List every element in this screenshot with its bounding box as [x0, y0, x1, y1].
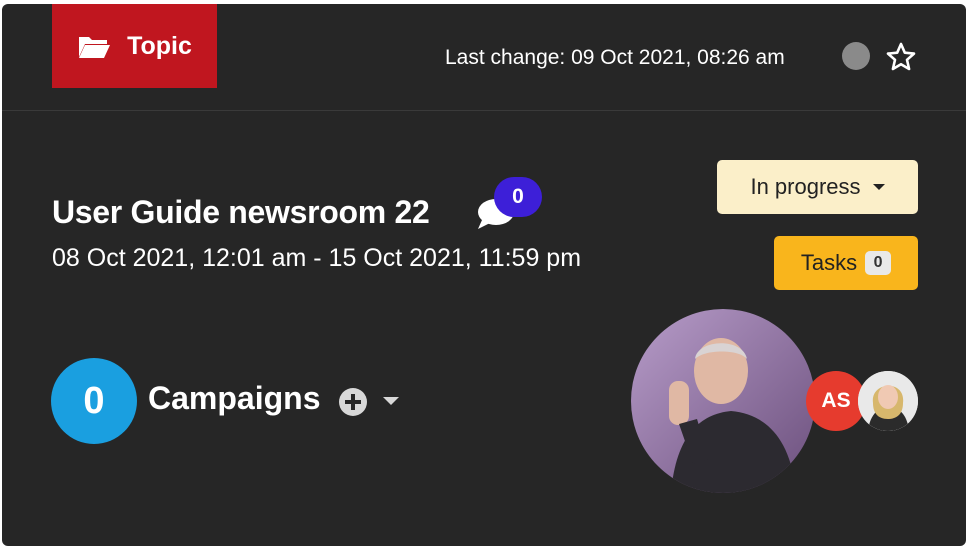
tasks-count-badge: 0 — [865, 251, 892, 275]
avatar-photo — [858, 371, 918, 431]
tasks-button[interactable]: Tasks 0 — [774, 236, 918, 290]
topic-card: Topic Last change: 09 Oct 2021, 08:26 am… — [2, 4, 966, 546]
campaigns-label: Campaigns — [148, 380, 321, 416]
header-divider — [2, 110, 966, 111]
avatar-member[interactable] — [858, 371, 918, 431]
comment-count-badge: 0 — [494, 177, 542, 217]
campaign-count: 0 — [51, 358, 137, 444]
status-dropdown[interactable]: In progress — [717, 160, 918, 214]
avatar-photo — [631, 309, 815, 493]
topic-title[interactable]: User Guide newsroom 22 — [52, 194, 430, 231]
status-label: In progress — [750, 174, 861, 199]
chevron-down-icon — [872, 184, 885, 190]
topic-tag[interactable]: Topic — [52, 4, 217, 88]
status-dot[interactable] — [842, 42, 870, 70]
tasks-label: Tasks — [800, 250, 858, 275]
date-range: 08 Oct 2021, 12:01 am - 15 Oct 2021, 11:… — [52, 244, 582, 272]
chevron-down-icon[interactable] — [383, 397, 399, 405]
folder-open-icon — [79, 37, 111, 58]
avatar-initials[interactable]: AS — [806, 371, 866, 431]
topic-tag-label: Topic — [127, 31, 192, 60]
avatar-owner[interactable] — [631, 309, 815, 493]
star-outline-icon[interactable] — [885, 41, 917, 73]
add-campaign-icon[interactable] — [338, 387, 368, 417]
last-change-text: Last change: 09 Oct 2021, 08:26 am — [445, 46, 785, 69]
